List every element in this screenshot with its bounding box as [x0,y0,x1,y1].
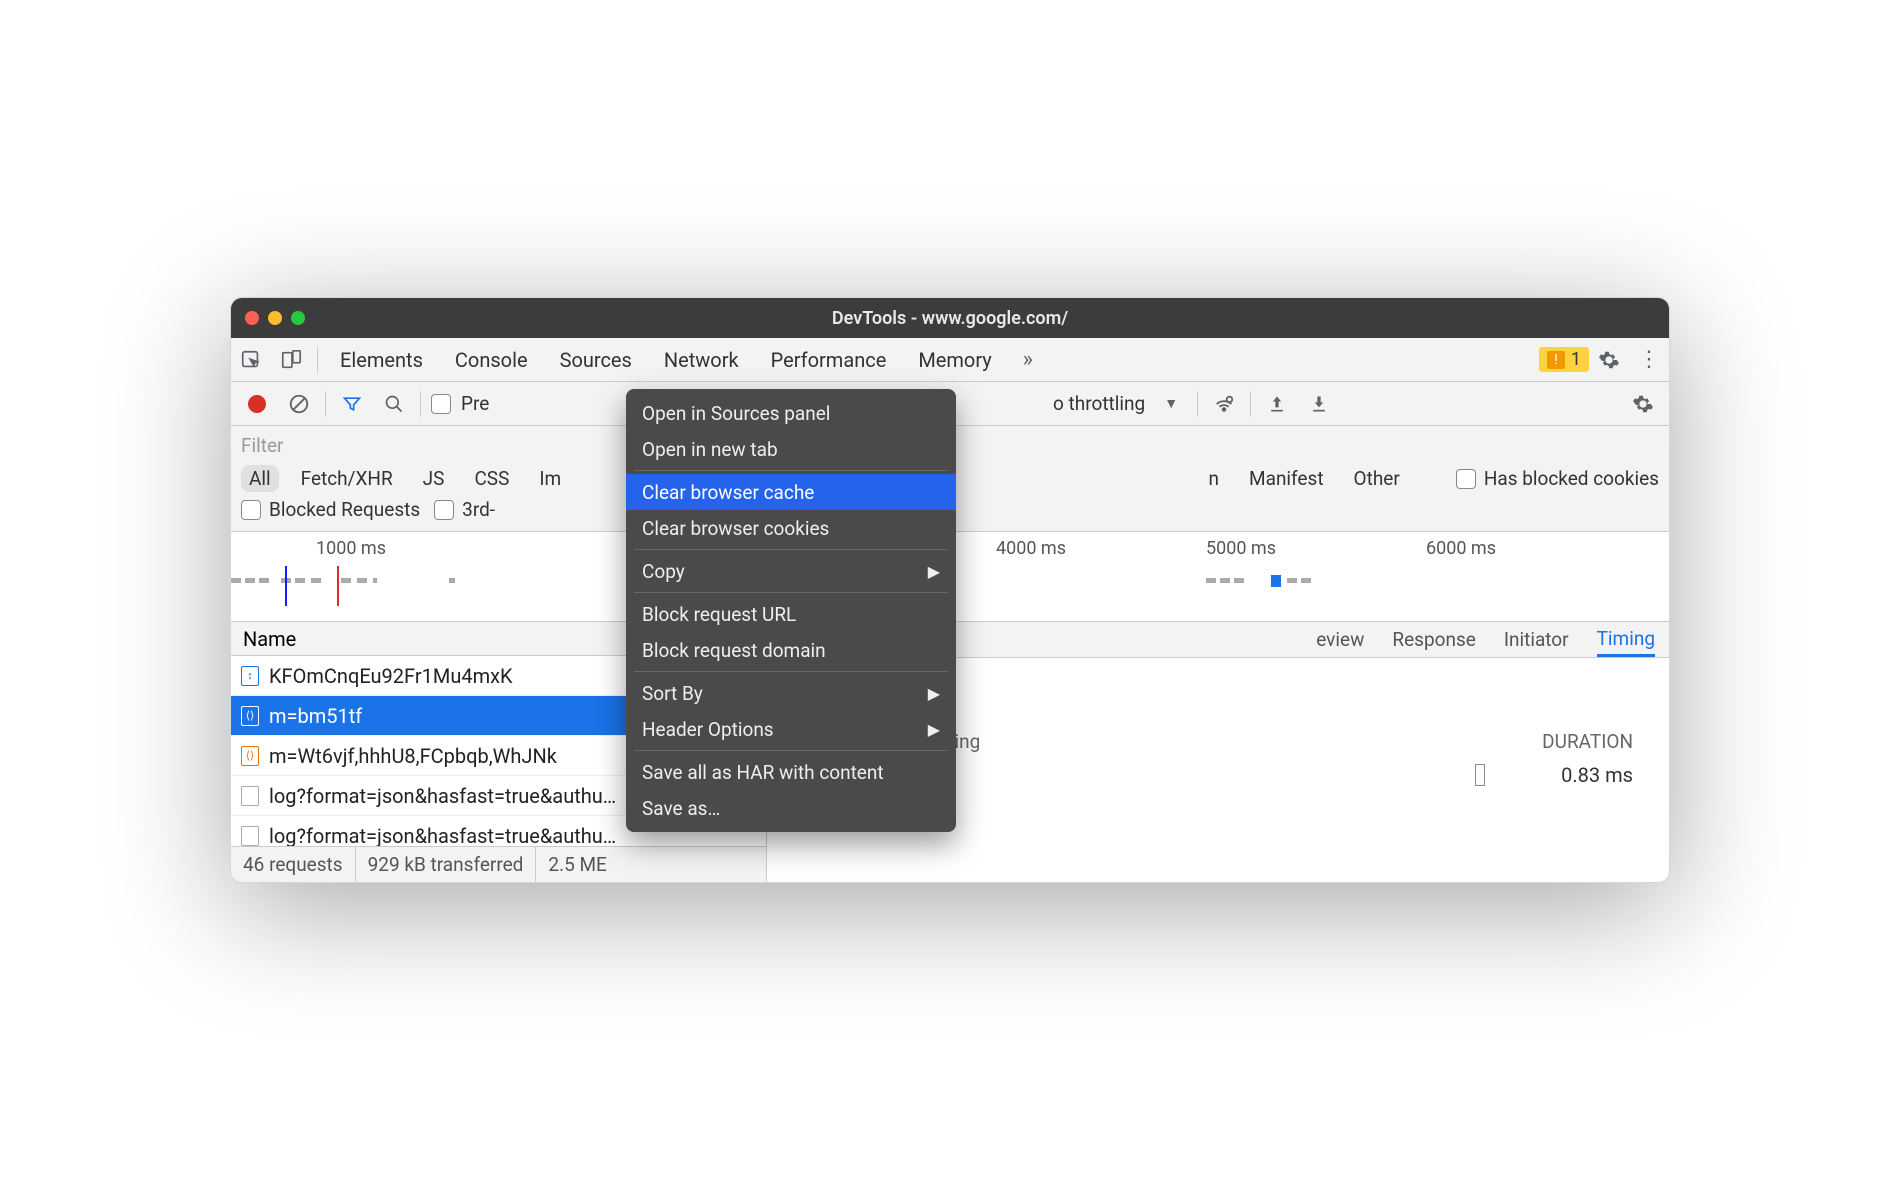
window-controls [245,311,305,325]
queueing-bar [1475,764,1485,786]
close-window-button[interactable] [245,311,259,325]
preserve-log-checkbox[interactable] [431,394,451,414]
has-blocked-cookies-label: Has blocked cookies [1484,467,1659,490]
request-name: KFOmCnqEu92Fr1Mu4mxK [269,664,513,688]
tab-memory[interactable]: Memory [902,338,1007,381]
settings-gear-icon[interactable] [1589,340,1629,380]
chevron-right-icon: ▶ [928,562,940,581]
network-settings-gear-icon[interactable] [1627,388,1659,420]
main-tabbar: Elements Console Sources Network Perform… [231,338,1669,382]
overview-tick: 4000 ms [996,538,1066,559]
tab-timing[interactable]: Timing [1597,622,1655,657]
ctx-header-options[interactable]: Header Options▶ [626,711,956,747]
filter-type-css[interactable]: CSS [466,465,517,492]
ctx-clear-cache[interactable]: Clear browser cache [626,474,956,510]
throttling-dropdown-icon[interactable]: ▼ [1155,388,1187,420]
divider [1197,391,1198,417]
preserve-log-label: Pre [461,392,489,415]
duration-header: DURATION [1542,730,1633,753]
record-button[interactable] [241,388,273,420]
issues-badge[interactable]: ! 1 [1539,347,1589,372]
file-icon [241,826,259,846]
status-requests: 46 requests [231,847,356,882]
ctx-copy[interactable]: Copy▶ [626,553,956,589]
context-menu: Open in Sources panel Open in new tab Cl… [626,389,956,832]
filter-type-fetch[interactable]: Fetch/XHR [293,465,401,492]
ctx-save-as[interactable]: Save as… [626,790,956,826]
script-file-icon: ⟨⟩ [241,746,259,766]
menu-separator [634,750,948,751]
inspect-element-icon[interactable] [231,340,271,380]
ctx-block-domain[interactable]: Block request domain [626,632,956,668]
search-icon[interactable] [378,388,410,420]
export-har-icon[interactable] [1303,388,1335,420]
blocked-requests-checkbox[interactable] [241,500,261,520]
divider [325,391,326,417]
overview-tick: 1000 ms [316,538,386,559]
kebab-menu-icon[interactable]: ⋮ [1629,340,1669,380]
menu-separator [634,592,948,593]
divider [317,347,318,373]
request-name: log?format=json&hasfast=true&authu… [269,784,616,808]
ctx-save-har[interactable]: Save all as HAR with content [626,754,956,790]
overview-tick: 5000 ms [1206,538,1276,559]
script-file-icon: ⟨⟩ [241,706,259,726]
tab-preview[interactable]: eview [1316,622,1364,657]
clear-button[interactable] [283,388,315,420]
throttling-label: o throttling [1053,392,1145,415]
ctx-sort-by[interactable]: Sort By▶ [626,675,956,711]
has-blocked-cookies-checkbox[interactable] [1456,469,1476,489]
more-tabs-icon[interactable]: » [1008,340,1048,380]
filter-type-js[interactable]: JS [415,465,453,492]
tab-console[interactable]: Console [439,338,544,381]
status-resources: 2.5 ME [536,847,618,882]
menu-separator [634,549,948,550]
file-icon: ↕ [241,666,259,686]
filter-type-font[interactable]: n [1201,465,1228,492]
tab-response[interactable]: Response [1392,622,1475,657]
filter-icon[interactable] [336,388,368,420]
file-icon [241,786,259,806]
divider [420,391,421,417]
chevron-right-icon: ▶ [928,720,940,739]
tab-sources[interactable]: Sources [544,338,648,381]
status-transferred: 929 kB transferred [356,847,537,882]
domcontentloaded-marker [285,566,287,606]
third-party-checkbox[interactable] [434,500,454,520]
filter-type-all[interactable]: All [241,465,279,492]
blocked-requests-label: Blocked Requests [269,498,420,521]
filter-type-img[interactable]: Im [531,465,569,492]
queueing-value: 0.83 ms [1561,763,1633,787]
window-titlebar: DevTools - www.google.com/ [231,298,1669,338]
issues-count: 1 [1571,349,1581,370]
ctx-block-url[interactable]: Block request URL [626,596,956,632]
ctx-clear-cookies[interactable]: Clear browser cookies [626,510,956,546]
device-toolbar-icon[interactable] [271,340,311,380]
filter-type-other[interactable]: Other [1346,465,1408,492]
load-marker [337,566,339,606]
request-name: m=bm51tf [269,704,362,728]
tab-elements[interactable]: Elements [324,338,439,381]
menu-separator [634,470,948,471]
tab-performance[interactable]: Performance [755,338,903,381]
maximize-window-button[interactable] [291,311,305,325]
request-name: log?format=json&hasfast=true&authu… [269,824,616,847]
third-party-label: 3rd- [462,498,495,521]
status-bar: 46 requests 929 kB transferred 2.5 ME [231,846,766,882]
network-conditions-icon[interactable] [1208,388,1240,420]
ctx-open-new-tab[interactable]: Open in new tab [626,431,956,467]
menu-separator [634,671,948,672]
tab-network[interactable]: Network [648,338,755,381]
import-har-icon[interactable] [1261,388,1293,420]
warning-icon: ! [1547,351,1565,369]
divider [1250,391,1251,417]
chevron-right-icon: ▶ [928,684,940,703]
request-name: m=Wt6vjf,hhhU8,FCpbqb,WhJNk [269,744,557,768]
overview-tick: 6000 ms [1426,538,1496,559]
minimize-window-button[interactable] [268,311,282,325]
ctx-open-sources[interactable]: Open in Sources panel [626,395,956,431]
filter-type-manifest[interactable]: Manifest [1241,465,1332,492]
window-title: DevTools - www.google.com/ [231,308,1669,329]
tab-initiator[interactable]: Initiator [1504,622,1569,657]
